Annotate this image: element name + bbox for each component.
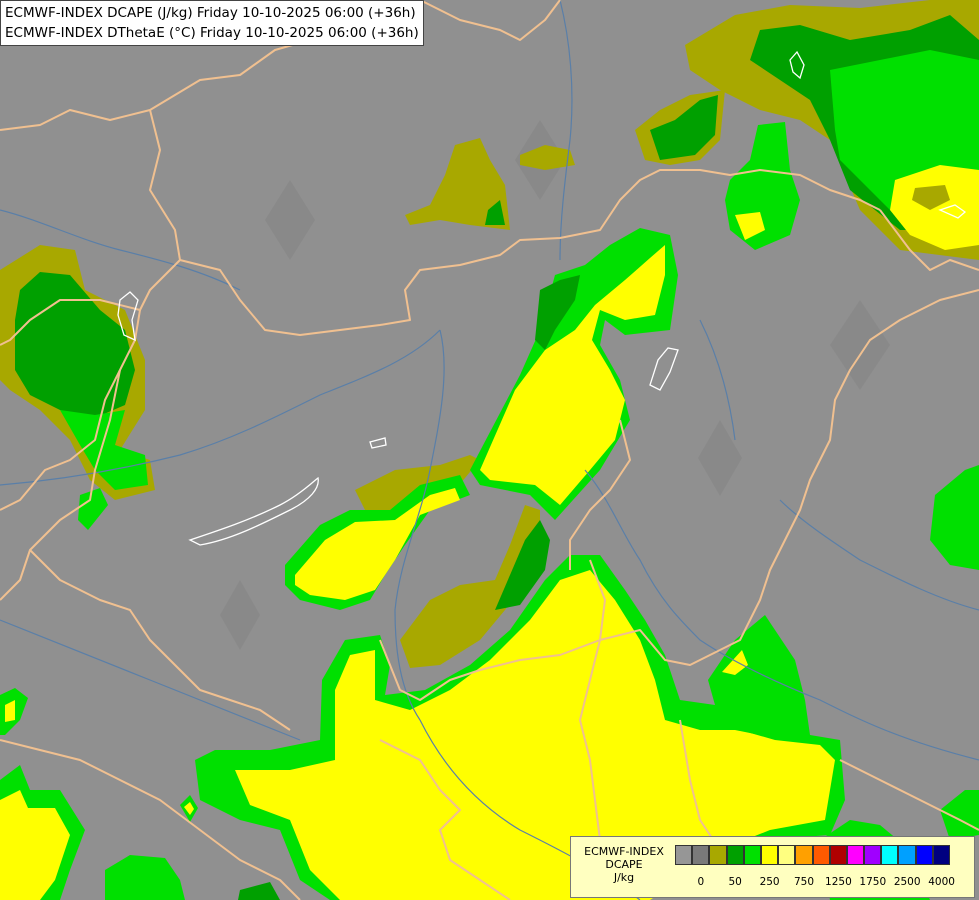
legend-swatch xyxy=(932,845,950,865)
legend-tick-label: 2500 xyxy=(893,876,921,888)
legend-swatch xyxy=(778,845,796,865)
map-title-box: ECMWF-INDEX DCAPE (J/kg) Friday 10-10-20… xyxy=(0,0,424,46)
legend-swatch xyxy=(726,845,744,865)
legend-tick-label: 4000 xyxy=(928,876,955,888)
legend-swatch xyxy=(709,845,727,865)
title-dcape: ECMWF-INDEX DCAPE (J/kg) Friday 10-10-20… xyxy=(5,5,416,21)
legend-swatch xyxy=(829,845,847,865)
color-legend: ECMWF-INDEX DCAPE J/kg 0 50 250 750 1250 1750… xyxy=(570,836,975,898)
legend-swatch xyxy=(915,845,933,865)
legend-ticks: 0 50 250 750 1250 1750 2500 4000 xyxy=(675,876,969,890)
legend-tick-label: 750 xyxy=(793,876,815,888)
legend-tick-label: 0 xyxy=(697,876,705,888)
legend-tick-label: 50 xyxy=(728,876,742,888)
legend-swatch xyxy=(743,845,761,865)
title-dthetae: ECMWF-INDEX DThetaE (°C) Friday 10-10-20… xyxy=(5,25,419,41)
legend-swatch xyxy=(846,845,865,865)
legend-unit: J/kg xyxy=(613,871,635,884)
legend-swatch xyxy=(760,845,779,865)
dcape-map xyxy=(0,0,979,900)
legend-label: ECMWF-INDEX DCAPE J/kg xyxy=(575,845,673,884)
legend-tick-label: 1250 xyxy=(825,876,852,888)
map-viewer: ECMWF-INDEX DCAPE (J/kg) Friday 10-10-20… xyxy=(0,0,979,900)
legend-tick-label: 1750 xyxy=(859,876,887,888)
legend-swatches xyxy=(675,845,950,865)
legend-model: ECMWF-INDEX xyxy=(584,845,664,858)
legend-swatch xyxy=(898,845,916,865)
legend-swatch xyxy=(881,845,899,865)
legend-swatch xyxy=(864,845,882,865)
legend-swatch xyxy=(675,845,693,865)
legend-swatch xyxy=(795,845,813,865)
legend-swatch xyxy=(692,845,710,865)
legend-swatch xyxy=(812,845,830,865)
legend-tick-label: 250 xyxy=(759,876,780,888)
legend-variable: DCAPE xyxy=(605,858,643,871)
